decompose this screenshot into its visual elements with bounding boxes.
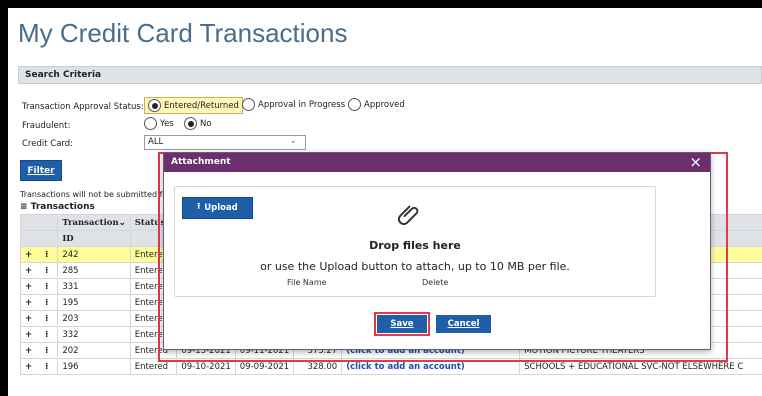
- attachment-modal: Attachment × ⭱ Upload Drop files here or…: [163, 152, 711, 350]
- search-criteria-header: Search Criteria: [18, 66, 762, 84]
- radio-in-progress[interactable]: [242, 98, 255, 111]
- approval-option-in-progress[interactable]: Approval in Progress: [242, 98, 345, 111]
- delete-column: Delete: [422, 278, 449, 287]
- row-id: 242: [57, 246, 131, 263]
- radio-yes[interactable]: [144, 117, 157, 130]
- save-button[interactable]: Save: [377, 315, 427, 333]
- credit-card-select[interactable]: ALL ⌄: [144, 135, 306, 150]
- modal-header: Attachment ×: [164, 153, 710, 172]
- row-id: 203: [57, 310, 131, 327]
- drop-title: Drop files here: [369, 239, 461, 252]
- close-icon[interactable]: ×: [689, 153, 702, 171]
- credit-card-label: Credit Card:: [22, 139, 74, 149]
- modal-actions: Save Cancel: [164, 312, 710, 338]
- fraudulent-label: Fraudulent:: [22, 121, 71, 131]
- approval-status-label: Transaction Approval Status:: [22, 102, 144, 112]
- row-id: 202: [57, 342, 131, 359]
- filter-button[interactable]: Filter: [20, 160, 62, 181]
- row-expand-icon[interactable]: + ⁝: [19, 342, 59, 359]
- row-expand-icon[interactable]: + ⁝: [19, 262, 59, 279]
- row-id: 196: [57, 358, 131, 375]
- upload-icon: ⭱: [197, 202, 201, 212]
- radio-approved[interactable]: [348, 98, 361, 111]
- upload-button[interactable]: ⭱ Upload: [182, 197, 253, 219]
- transactions-header: ≡ Transactions: [20, 202, 95, 212]
- row-id: 195: [57, 294, 131, 311]
- paperclip-icon: [397, 205, 419, 225]
- approval-option-entered[interactable]: Entered/Returned: [144, 97, 243, 114]
- row-expand-icon[interactable]: + ⁝: [19, 326, 59, 343]
- row-expand-icon[interactable]: + ⁝: [19, 294, 59, 311]
- row-id: 331: [57, 278, 131, 295]
- cancel-button[interactable]: Cancel: [436, 315, 491, 333]
- col-transaction[interactable]: Transaction⌄: [57, 214, 131, 231]
- row-expand-icon[interactable]: + ⁝: [19, 246, 59, 263]
- fraud-option-yes[interactable]: Yes: [144, 117, 174, 130]
- radio-entered[interactable]: [148, 99, 161, 112]
- submission-note: Transactions will not be submitted fo: [20, 190, 168, 199]
- row-id: 285: [57, 262, 131, 279]
- row-expand-icon[interactable]: + ⁝: [19, 310, 59, 327]
- radio-no[interactable]: [184, 117, 197, 130]
- approval-option-approved[interactable]: Approved: [348, 98, 405, 111]
- row-expand-icon[interactable]: + ⁝: [19, 358, 59, 375]
- page-title: My Credit Card Transactions: [18, 18, 348, 48]
- drop-subtitle: or use the Upload button to attach, up t…: [260, 260, 570, 273]
- col-id: ID: [57, 230, 131, 247]
- file-name-column: File Name: [287, 278, 327, 287]
- row-expand-icon[interactable]: + ⁝: [19, 278, 59, 295]
- fraud-option-no[interactable]: No: [184, 117, 212, 130]
- file-drop-zone[interactable]: ⭱ Upload Drop files here or use the Uplo…: [174, 186, 656, 297]
- chevron-down-icon: ⌄: [289, 136, 297, 146]
- modal-title: Attachment: [171, 157, 231, 167]
- row-id: 332: [57, 326, 131, 343]
